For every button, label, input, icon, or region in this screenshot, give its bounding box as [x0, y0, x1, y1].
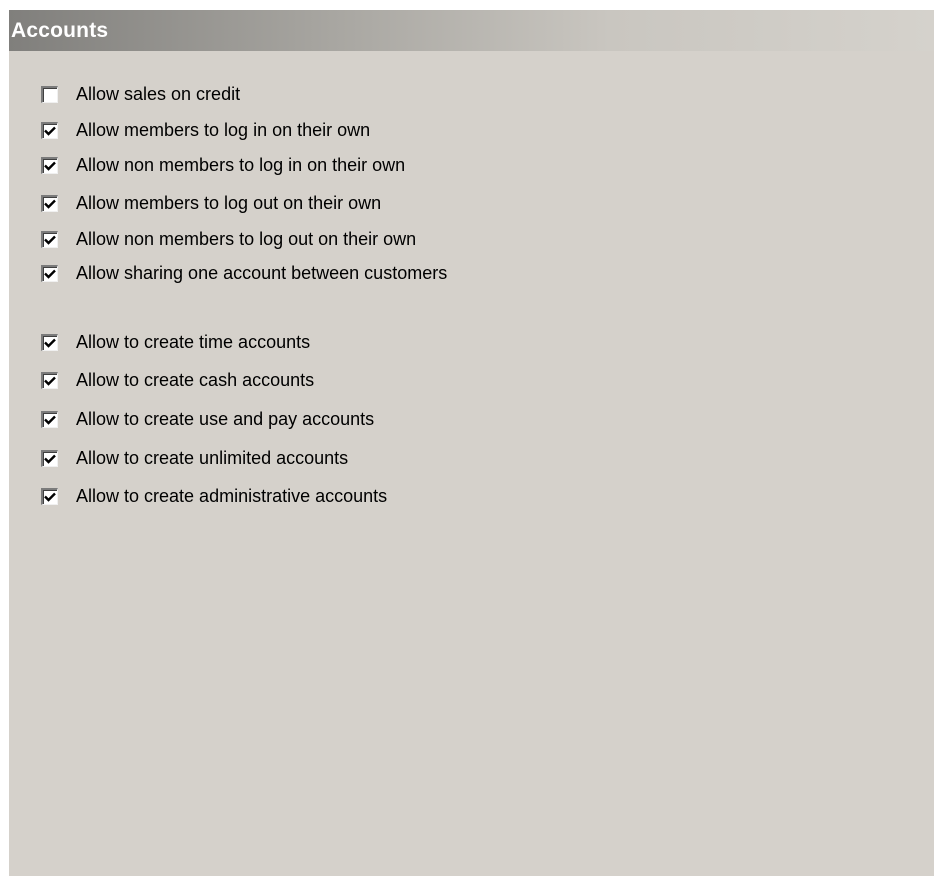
panel-header: Accounts	[9, 10, 934, 51]
checkmark-icon	[44, 161, 56, 171]
checkbox[interactable]	[41, 156, 58, 174]
checkmark-icon	[44, 126, 56, 136]
option-members-log-out[interactable]: Allow members to log out on their own	[41, 191, 381, 215]
option-members-log-in[interactable]: Allow members to log in on their own	[41, 118, 370, 142]
checkbox[interactable]	[41, 230, 58, 248]
option-create-cash-accounts[interactable]: Allow to create cash accounts	[41, 368, 314, 392]
option-non-members-log-in[interactable]: Allow non members to log in on their own	[41, 153, 405, 177]
checkbox[interactable]	[41, 264, 58, 282]
option-non-members-log-out[interactable]: Allow non members to log out on their ow…	[41, 227, 416, 251]
checkmark-icon	[44, 376, 56, 386]
checkbox[interactable]	[41, 371, 58, 389]
option-create-use-and-pay-accounts[interactable]: Allow to create use and pay accounts	[41, 407, 374, 431]
checkmark-icon	[44, 492, 56, 502]
checkmark-icon	[44, 454, 56, 464]
option-label: Allow non members to log out on their ow…	[76, 228, 417, 249]
option-label: Allow sharing one account between custom…	[76, 262, 448, 283]
option-label: Allow sales on credit	[76, 83, 241, 104]
checkbox[interactable]	[41, 333, 58, 351]
checkmark-icon	[44, 415, 56, 425]
option-label: Allow non members to log in on their own	[76, 154, 406, 175]
panel-title: Accounts	[11, 18, 109, 42]
checkbox[interactable]	[41, 194, 58, 212]
checkmark-icon	[44, 338, 56, 348]
option-label: Allow to create administrative accounts	[76, 485, 388, 506]
option-label: Allow to create unlimited accounts	[76, 447, 349, 468]
checkbox[interactable]	[41, 487, 58, 505]
checkmark-icon	[44, 269, 56, 279]
option-sharing-account[interactable]: Allow sharing one account between custom…	[41, 261, 447, 285]
checkbox[interactable]	[41, 449, 58, 467]
checkbox[interactable]	[41, 121, 58, 139]
checkbox[interactable]	[41, 85, 58, 103]
option-create-unlimited-accounts[interactable]: Allow to create unlimited accounts	[41, 446, 348, 470]
option-label: Allow to create time accounts	[76, 331, 311, 352]
option-label: Allow to create cash accounts	[76, 369, 315, 390]
checkmark-icon	[44, 235, 56, 245]
option-allow-sales-on-credit[interactable]: Allow sales on credit	[41, 82, 240, 106]
accounts-panel: Accounts Allow sales on credit Allow mem…	[9, 10, 934, 876]
option-create-time-accounts[interactable]: Allow to create time accounts	[41, 330, 310, 354]
option-label: Allow to create use and pay accounts	[76, 408, 375, 429]
checkmark-icon	[44, 199, 56, 209]
option-label: Allow members to log in on their own	[76, 119, 371, 140]
option-create-administrative-accounts[interactable]: Allow to create administrative accounts	[41, 484, 387, 508]
option-label: Allow members to log out on their own	[76, 192, 382, 213]
checkbox[interactable]	[41, 410, 58, 428]
